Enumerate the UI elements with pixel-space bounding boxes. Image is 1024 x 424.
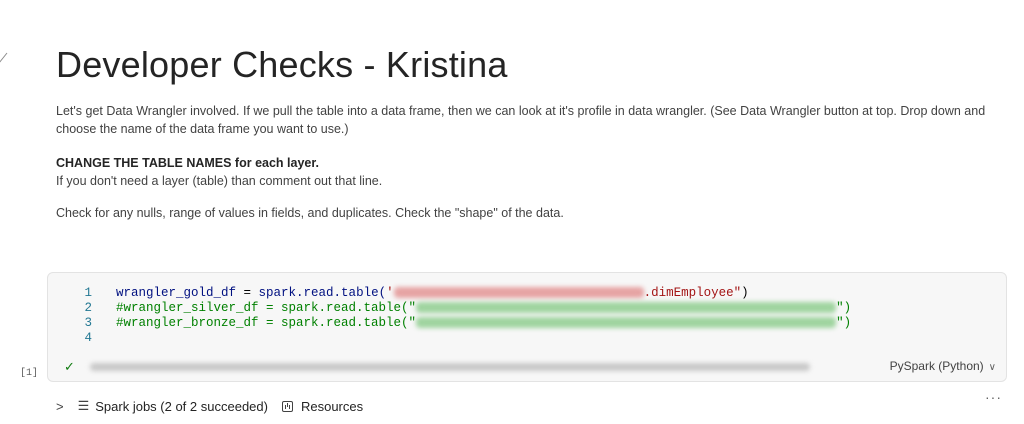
code-editor[interactable]: 1 wrangler_gold_df = spark.read.table(' .d… [48, 286, 851, 346]
code-comment-start: #wrangler_bronze_df = spark.read.table(" [116, 316, 417, 330]
instructions-text: If you don't need a layer (table) than c… [56, 174, 383, 188]
edit-pencil-icon [0, 52, 8, 63]
line-number: 4 [84, 331, 92, 345]
spark-jobs-toggle[interactable]: Spark jobs (2 of 2 succeeded) [95, 399, 268, 414]
redacted-table-name [416, 317, 837, 329]
notebook-title: Developer Checks - Kristina [56, 44, 508, 85]
language-label: PySpark (Python) [889, 359, 984, 373]
code-operator: = [236, 286, 259, 300]
code-call: spark.read.table( [258, 286, 387, 300]
code-line-3[interactable]: 3 #wrangler_bronze_df = spark.read.table(… [48, 316, 851, 331]
redacted-execution-status [90, 363, 810, 371]
chevron-down-icon: ∨ [988, 362, 996, 373]
line-number: 2 [84, 301, 92, 315]
resources-icon [281, 400, 293, 412]
checks-paragraph: Check for any nulls, range of values in … [56, 206, 564, 220]
language-selector[interactable]: PySpark (Python) ∨ [890, 359, 996, 373]
code-variable: wrangler_gold_df [116, 286, 237, 300]
resources-button[interactable]: Resources [301, 399, 363, 414]
checkmark-icon: ✓ [64, 359, 75, 374]
redacted-table-name [416, 302, 837, 314]
code-string-end: .dimEmployee" [643, 286, 742, 300]
code-close-paren: ) [741, 286, 749, 300]
spark-jobs-icon: ☰ [77, 398, 90, 413]
redacted-table-name [393, 287, 644, 299]
intro-paragraph: Let's get Data Wrangler involved. If we … [56, 104, 986, 136]
code-line-4[interactable]: 4 [48, 331, 851, 346]
markdown-cell[interactable]: Developer Checks - Kristina Let's get Da… [56, 40, 1006, 222]
code-line-1[interactable]: 1 wrangler_gold_df = spark.read.table(' .d… [48, 286, 851, 301]
code-comment-start: #wrangler_silver_df = spark.read.table(" [116, 301, 417, 315]
execution-count: [1] [20, 368, 39, 379]
instructions-paragraph: CHANGE THE TABLE NAMES for each layer. I… [56, 154, 1006, 190]
bold-heading: CHANGE THE TABLE NAMES for each layer. [56, 156, 320, 170]
chevron-right-icon[interactable]: > [56, 399, 64, 414]
output-bar: > ☰ Spark jobs (2 of 2 succeeded) Resour… [56, 396, 363, 416]
code-comment-end: ") [836, 301, 852, 315]
line-number: 3 [84, 316, 92, 330]
more-options-icon[interactable]: ··· [985, 389, 1002, 405]
line-number: 1 [84, 286, 92, 300]
code-string-open: ' [386, 286, 394, 300]
code-line-2[interactable]: 2 #wrangler_silver_df = spark.read.table(… [48, 301, 851, 316]
code-comment-end: ") [836, 316, 852, 330]
code-cell[interactable]: 1 wrangler_gold_df = spark.read.table(' .d… [47, 272, 1007, 382]
execution-status-row: ✓ PySpark (Python) ∨ [48, 357, 1006, 377]
